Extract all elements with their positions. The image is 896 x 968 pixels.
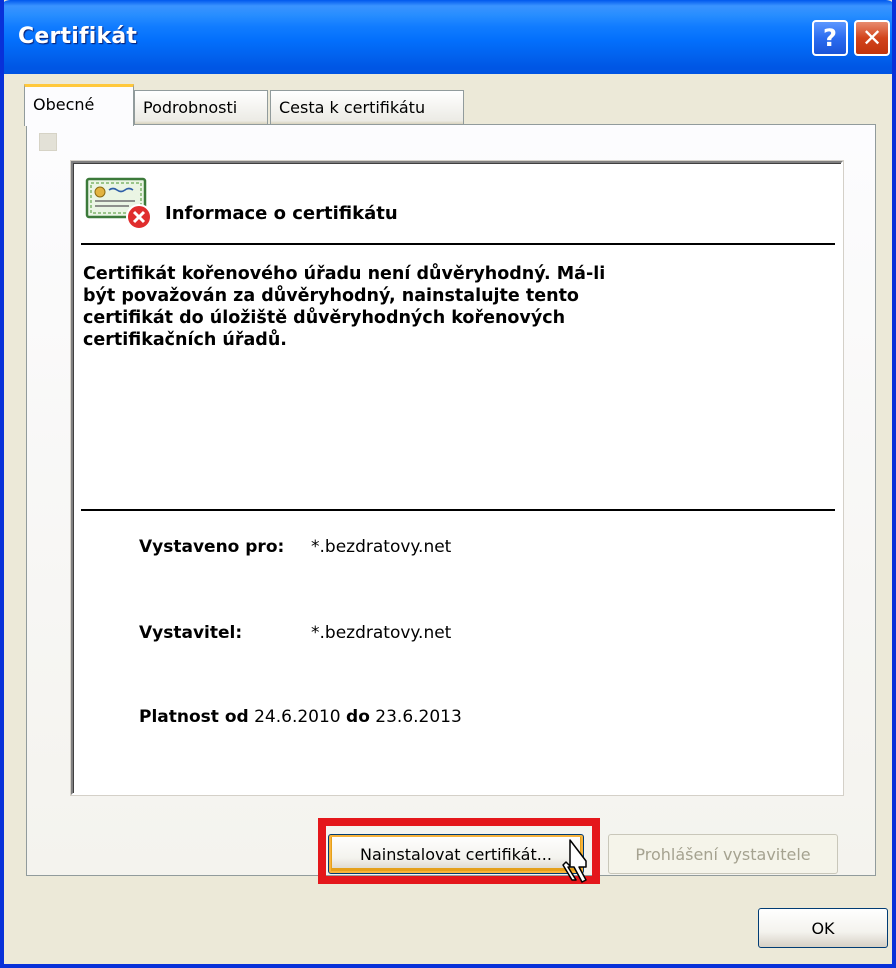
issuer-row: Vystavitel: *.bezdratovy.net — [139, 623, 451, 643]
valid-from-value: 24.6.2010 — [254, 707, 341, 727]
issuer-statement-button[interactable]: Prohlášení vystavitele — [608, 834, 838, 874]
info-line: certifikát do úložiště důvěryhodných koř… — [83, 308, 566, 328]
certificate-info-box: Informace o certifikátu Certifikát kořen… — [71, 161, 843, 795]
valid-to-label: do — [346, 707, 370, 727]
certificate-error-icon — [85, 177, 152, 230]
tab-label: Podrobnosti — [143, 98, 238, 117]
general-tab-panel: Informace o certifikátu Certifikát kořen… — [26, 124, 876, 876]
issuer-label: Vystavitel: — [139, 623, 243, 643]
install-certificate-label: Nainstalovat certifikát... — [360, 844, 552, 864]
divider-top — [81, 243, 835, 245]
certificate-dialog: Certifikát ? ✕ Obecné Podrobnosti Cesta … — [0, 0, 896, 968]
close-icon: ✕ — [861, 24, 883, 52]
mouse-pointer-icon — [562, 839, 587, 883]
validity-row: Platnost od 24.6.2010 do 23.6.2013 — [139, 707, 462, 727]
info-message: Certifikát kořenového úřadu není důvěryh… — [83, 263, 723, 351]
tab-label: Cesta k certifikátu — [279, 98, 426, 117]
tab-details[interactable]: Podrobnosti — [134, 90, 268, 124]
help-icon: ? — [823, 24, 837, 52]
issuer-statement-label: Prohlášení vystavitele — [635, 844, 811, 864]
valid-from-label: Platnost od — [139, 707, 249, 727]
valid-to-value: 23.6.2013 — [375, 707, 462, 727]
panel-grip — [39, 133, 57, 151]
info-line: certifikačních úřadů. — [83, 330, 287, 350]
title-bar[interactable]: Certifikát ? ✕ — [4, 0, 892, 74]
help-button[interactable]: ? — [812, 20, 848, 56]
issued-to-row: Vystaveno pro: *.bezdratovy.net — [139, 537, 451, 557]
info-title: Informace o certifikátu — [165, 203, 398, 224]
close-button[interactable]: ✕ — [854, 20, 890, 56]
tab-certification-path[interactable]: Cesta k certifikátu — [270, 90, 464, 124]
issued-to-value: *.bezdratovy.net — [311, 537, 452, 557]
install-certificate-button[interactable]: Nainstalovat certifikát... — [328, 834, 584, 874]
divider-bottom — [81, 509, 835, 511]
issued-to-label: Vystaveno pro: — [139, 537, 285, 557]
tab-general[interactable]: Obecné — [24, 84, 134, 126]
ok-label: OK — [811, 918, 835, 938]
tab-label: Obecné — [33, 95, 95, 114]
window-title: Certifikát — [18, 24, 138, 49]
ok-button[interactable]: OK — [758, 908, 888, 948]
info-line: být považován za důvěryhodný, nainstaluj… — [83, 286, 579, 306]
info-line: Certifikát kořenového úřadu není důvěryh… — [83, 264, 606, 284]
issuer-value: *.bezdratovy.net — [311, 623, 452, 643]
